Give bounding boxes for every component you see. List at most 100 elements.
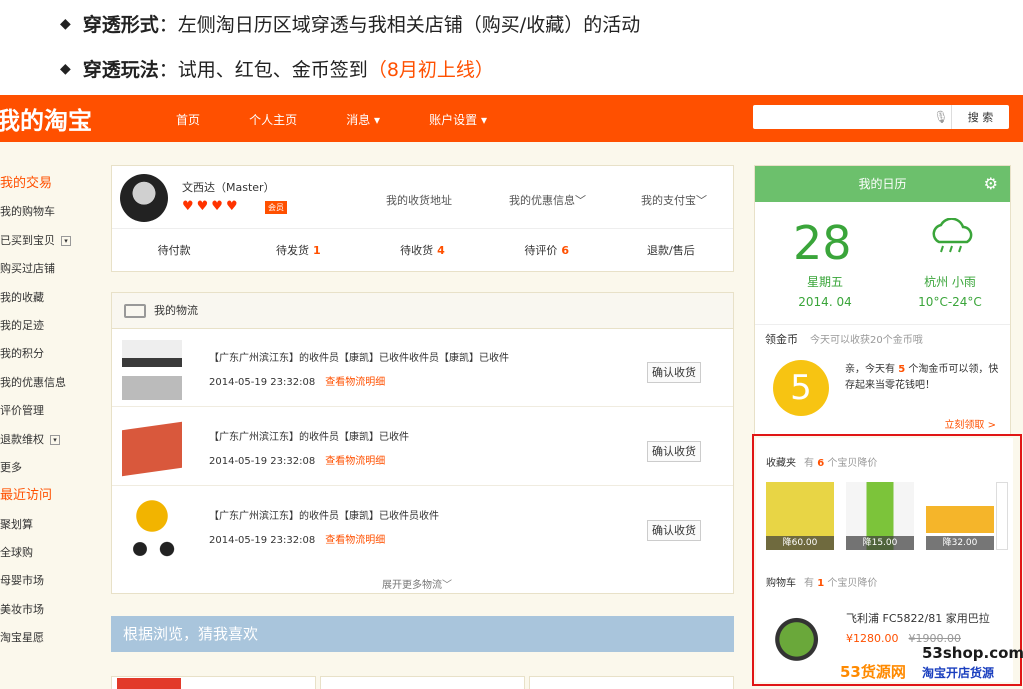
coin-row: 领金币 今天可以收获20个金币哦 [755, 324, 1010, 347]
member-badge: 会员 [265, 201, 287, 214]
search-input[interactable] [753, 105, 931, 129]
fav-header: 收藏夹有 6 个宝贝降价 [766, 454, 877, 469]
logo[interactable]: 我的淘宝 [0, 101, 176, 136]
sidebar-item[interactable]: 我的积分 [0, 340, 90, 368]
rain-cloud-icon [932, 218, 973, 253]
sidebar-item[interactable]: 我的优惠信息 [0, 369, 90, 397]
more-logistics-link[interactable]: 展开更多物流﹀ [382, 576, 452, 591]
avatar[interactable] [120, 174, 168, 222]
fav-item[interactable]: 降32.00 [926, 482, 994, 550]
bullet-text: ：试用、红包、金币签到 [158, 59, 368, 81]
confirm-receipt-button[interactable]: 确认收货 [647, 441, 701, 462]
fav-item[interactable]: 降15.00 [846, 482, 914, 550]
current-price: ¥1280.00 [846, 632, 899, 645]
cart-label[interactable]: 购物车 [766, 578, 796, 589]
chevron-down-icon[interactable]: ▾ [50, 434, 60, 445]
coin-tip: 今天可以收获20个金币哦 [810, 335, 923, 346]
calendar-title: 我的日历 [858, 177, 907, 191]
weather-info: 杭州 小雨 10°C-24°C [907, 272, 993, 312]
sidebar-item[interactable]: 更多 [0, 454, 90, 482]
stat-label: 待收货 [400, 244, 434, 257]
coupon-link[interactable]: 我的优惠信息﹀ [509, 192, 586, 208]
search-button[interactable]: 搜 索 [951, 105, 1009, 129]
sidebar-item-bought[interactable]: 已买到宝贝 ▾ [0, 227, 90, 255]
sidebar-item[interactable]: 淘宝星愿 [0, 624, 90, 652]
watermark-site: 53shop.com [922, 644, 1023, 662]
coin-msg-a: 亲，今天有 [845, 364, 899, 375]
coin-label: 领金币 [765, 333, 798, 346]
gear-icon[interactable]: ⚙ [984, 166, 998, 202]
nav-messages[interactable]: 消息 ▾ [346, 113, 380, 127]
fav-pre: 有 [804, 458, 818, 469]
coin-message: 亲，今天有 5 个淘金币可以领，快存起来当零花钱吧！ [845, 362, 1005, 394]
nav-profile[interactable]: 个人主页 [249, 113, 297, 127]
coin-icon[interactable]: 5 [773, 360, 829, 416]
recommend-card[interactable] [529, 676, 734, 689]
sidebar-item[interactable]: 购买过店铺 [0, 255, 90, 283]
logistics-row: 【广东广州滨江东】的收件员【康凯】已收件 2014-05-19 23:32:08… [112, 408, 733, 486]
bullet-title: 穿透玩法 [82, 59, 159, 81]
detail-link[interactable]: 查看物流明细 [325, 377, 385, 388]
fav-label[interactable]: 收藏夹 [766, 458, 796, 469]
price-drop-tag: 降32.00 [926, 536, 994, 550]
calendar-date-info: 星期五 2014. 04 [795, 272, 855, 312]
microphone-icon[interactable]: 🎙 [931, 105, 951, 129]
product-image[interactable] [122, 340, 182, 400]
cart-product-name[interactable]: 飞利浦 FC5822/81 家用巴拉 [846, 610, 990, 626]
fav-item[interactable]: 降60.00 [766, 482, 834, 550]
alipay-link[interactable]: 我的支付宝﹀ [641, 192, 707, 208]
date-text: 2014-05-19 23:32:08 [209, 535, 316, 546]
logistics-title: 我的物流 [154, 304, 198, 317]
product-image[interactable] [122, 498, 182, 558]
bullet-2: ◆ 穿透玩法 ：试用、红包、金币签到 （8月初上线） [60, 55, 494, 82]
bullet-1: ◆ 穿透形式 ：左侧淘日历区域穿透与我相关店铺（购买/收藏）的活动 [60, 10, 640, 37]
stat-pending-review[interactable]: 待评价 6 [485, 229, 609, 272]
recommend-card[interactable] [320, 676, 525, 689]
sidebar: 我的交易 我的购物车 已买到宝贝 ▾ 购买过店铺 我的收藏 我的足迹 我的积分 我… [0, 170, 90, 653]
nav-account[interactable]: 账户设置 ▾ [429, 113, 487, 127]
sidebar-item-label: 已买到宝贝 [0, 233, 55, 247]
stat-refund[interactable]: 退款/售后 [609, 229, 733, 272]
stat-count: 4 [437, 244, 445, 257]
guess-you-like-header: 根据浏览，猜我喜欢 [111, 616, 734, 652]
stat-pending-pay[interactable]: 待付款 [112, 229, 236, 272]
sidebar-item[interactable]: 我的交易 [0, 170, 90, 198]
sidebar-item[interactable]: 美妆市场 [0, 596, 90, 624]
stat-count: 1 [312, 244, 321, 257]
detail-link[interactable]: 查看物流明细 [325, 456, 385, 467]
fav-post: 个宝贝降价 [824, 458, 878, 469]
recommend-tag [117, 678, 181, 689]
stat-pending-ship[interactable]: 待发货 1 [236, 229, 360, 272]
confirm-receipt-button[interactable]: 确认收货 [647, 520, 701, 541]
date-text: 2014-05-19 23:32:08 [209, 456, 316, 467]
sidebar-item[interactable]: 我的购物车 [0, 198, 90, 226]
product-image[interactable] [122, 421, 182, 477]
main-nav: 首页 个人主页 消息 ▾ 账户设置 ▾ [176, 109, 531, 128]
user-name: 文西达（Master） [182, 181, 275, 194]
sidebar-item[interactable]: 聚划算 [0, 511, 90, 539]
sidebar-item[interactable]: 全球购 [0, 539, 90, 567]
sidebar-item[interactable]: 我的足迹 [0, 312, 90, 340]
bullet-title: 穿透形式 [82, 14, 159, 36]
stat-pending-receive[interactable]: 待收货 4 [360, 229, 484, 272]
date-text: 2014-05-19 23:32:08 [209, 377, 316, 388]
heart-icons: ♥♥♥♥ [182, 199, 241, 214]
carousel-arrows[interactable] [996, 482, 1008, 550]
detail-link[interactable]: 查看物流明细 [325, 535, 385, 546]
logistics-text: 【广东广州滨江东】的收件员【康凯】已收件收件员【康凯】已收件 [209, 353, 509, 364]
nav-home[interactable]: 首页 [176, 113, 200, 127]
claim-coin-link[interactable]: 立刻领取 > [944, 416, 996, 431]
confirm-receipt-button[interactable]: 确认收货 [647, 362, 701, 383]
chevron-down-icon[interactable]: ▾ [61, 235, 71, 246]
sidebar-item-refund[interactable]: 退款维权 ▾ [0, 426, 90, 454]
sidebar-item[interactable]: 母婴市场 [0, 567, 90, 595]
calendar-header: 我的日历 ⚙ [755, 166, 1010, 202]
cart-product-image[interactable] [766, 602, 834, 670]
sidebar-item[interactable]: 最近访问 [0, 482, 90, 510]
logistics-date: 2014-05-19 23:32:08 查看物流明细 [209, 531, 385, 546]
address-link[interactable]: 我的收货地址 [386, 192, 452, 208]
sidebar-item[interactable]: 评价管理 [0, 397, 90, 425]
logistics-card: 我的物流 【广东广州滨江东】的收件员【康凯】已收件收件员【康凯】已收件 2014… [111, 292, 734, 594]
sidebar-item[interactable]: 我的收藏 [0, 284, 90, 312]
search-box: 🎙 搜 索 [753, 105, 1009, 129]
